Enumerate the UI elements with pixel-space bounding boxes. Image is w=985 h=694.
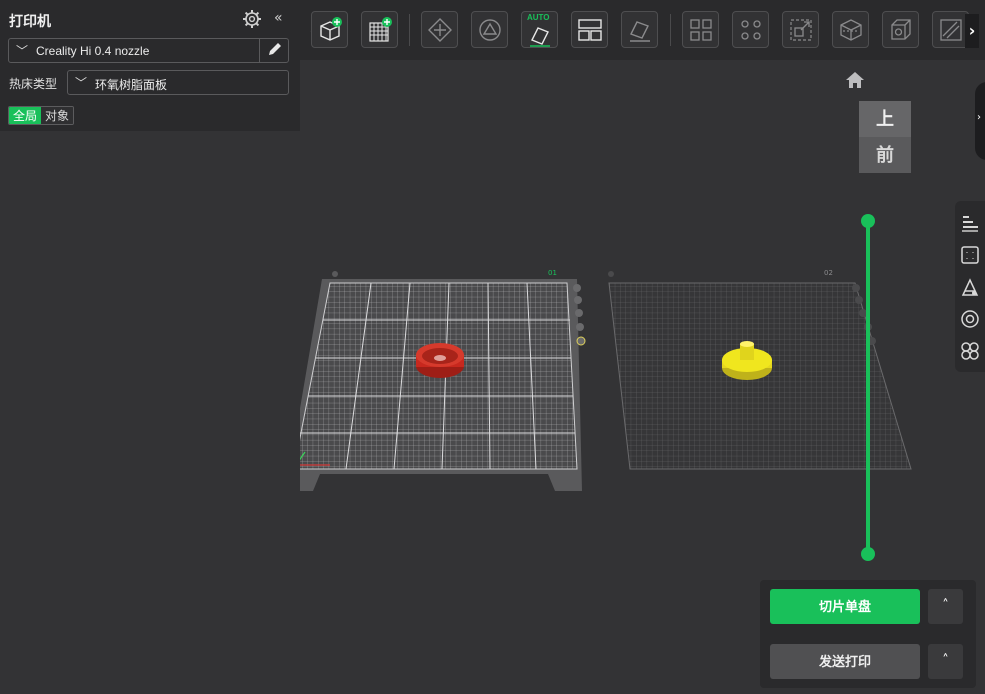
bed-type-value: 环氧树脂面板 [95,78,168,92]
auto-orient-icon [530,27,550,47]
scope-global-tab[interactable]: 全局 [9,107,42,124]
layers-icon[interactable] [960,213,980,233]
add-plate-button[interactable] [361,11,398,48]
toolbar-separator [409,14,410,46]
view-cube-top[interactable]: 上 [859,101,911,137]
build-plate-1[interactable]: 01 [300,269,586,491]
side-tool-bar [955,201,985,372]
color-paint-icon[interactable] [960,309,980,329]
lay-on-face-icon [630,21,650,42]
split-objects-icon [690,19,712,41]
view-cube-front[interactable]: 前 [859,137,911,173]
plate-2-label: 02 [824,269,833,277]
edit-printer-button[interactable] [259,39,288,62]
layer-slider-top-handle[interactable] [861,214,875,228]
bed-type-label: 热床类型 [9,77,58,91]
scope-toggle: 全局 对象 [8,106,75,125]
hollow-icon [891,19,911,40]
split-parts-icon [741,20,761,40]
send-print-button[interactable]: 发送打印 [770,644,920,679]
support-paint-icon[interactable] [960,245,980,265]
printer-name: Creality Hi 0.4 nozzle [36,44,150,58]
printer-select[interactable]: ﹀ Creality Hi 0.4 nozzle [8,38,289,63]
move-button[interactable] [421,11,458,48]
pencil-icon [269,43,281,55]
seam-button[interactable] [932,11,969,48]
scale-icon [790,19,812,41]
home-view-icon[interactable] [844,70,866,90]
bed-type-select[interactable]: ﹀ 环氧树脂面板 [67,70,289,95]
toolbar-scroll-right[interactable]: › [965,14,979,48]
chevron-right-icon: › [977,112,981,123]
split-objects-button[interactable] [682,11,719,48]
slicer-window: 打印机 « ﹀ Creality Hi 0.4 nozzle 热床类型 ﹀ 环氧… [0,0,985,694]
toolbar-separator [670,14,671,46]
cut-icon [840,19,862,41]
plate-1-label: 01 [548,269,557,277]
gear-icon[interactable] [242,9,262,29]
add-object-icon [320,17,342,41]
add-plate-icon [369,17,392,42]
auto-orient-button[interactable]: AUTO [521,11,558,48]
arrange-icon [578,19,602,41]
main-toolbar: ‹ [300,0,985,60]
object-red-ring[interactable] [416,343,464,378]
layer-slider-track[interactable] [866,221,870,555]
chevron-down-icon: ﹀ [16,44,29,58]
layer-slider-bottom-handle[interactable] [861,547,875,561]
collapse-panel-icon[interactable]: « [274,10,283,26]
add-object-button[interactable] [311,11,348,48]
rotate-icon [479,19,501,41]
slice-options-button[interactable]: ˄ [928,589,963,624]
seam-paint-icon[interactable] [960,277,980,297]
arrange-button[interactable] [571,11,608,48]
view-cube[interactable]: 上 前 [859,101,911,173]
fuzzy-skin-icon[interactable] [960,341,980,361]
slice-plate-button[interactable]: 切片单盘 [770,589,920,624]
printer-panel: 打印机 « ﹀ Creality Hi 0.4 nozzle 热床类型 ﹀ 环氧… [0,0,300,131]
scale-button[interactable] [782,11,819,48]
scope-object-tab[interactable]: 对象 [41,107,74,124]
seam-icon [940,19,962,41]
right-panel-toggle[interactable]: › [975,82,985,160]
split-parts-button[interactable] [732,11,769,48]
print-options-button[interactable]: ˄ [928,644,963,679]
cut-button[interactable] [832,11,869,48]
printer-panel-title: 打印机 [9,13,51,29]
chevron-down-icon: ﹀ [75,76,88,90]
rotate-button[interactable] [471,11,508,48]
orient-icon [428,18,452,42]
lay-on-face-button[interactable] [621,11,658,48]
hollow-button[interactable] [882,11,919,48]
